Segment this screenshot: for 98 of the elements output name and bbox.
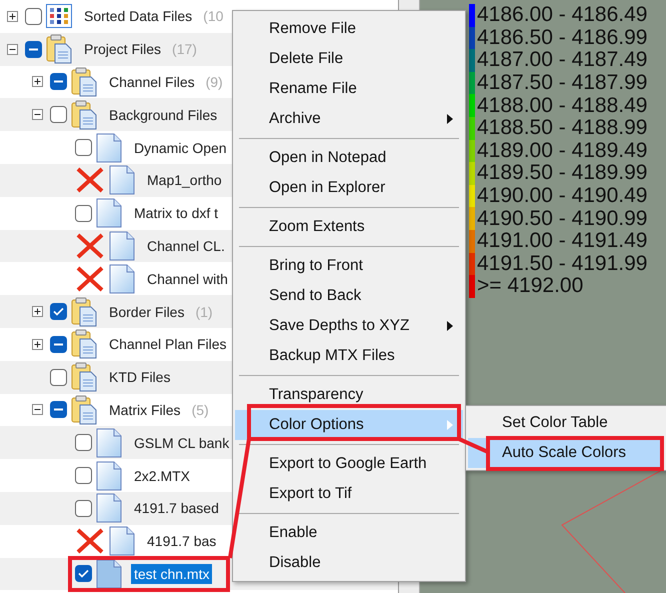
tree-item[interactable]: Channel CL. — [144, 236, 228, 256]
clipboard-icon — [71, 362, 97, 392]
dash-icon — [54, 342, 63, 346]
tree-item[interactable]: Channel Plan Files — [106, 334, 230, 354]
document-icon — [96, 493, 122, 524]
legend-label: 4187.00 - 4187.49 — [477, 49, 648, 72]
checkbox[interactable] — [75, 139, 92, 156]
legend-label: 4186.00 - 4186.49 — [477, 4, 648, 26]
clipboard-icon — [71, 100, 97, 130]
document-icon — [96, 428, 122, 458]
checkbox[interactable] — [50, 106, 67, 124]
menu-item[interactable]: Export to Tif — [235, 479, 463, 509]
menu-item[interactable]: Bring to Front — [235, 251, 463, 281]
menu-item[interactable]: Backup MTX Files — [235, 341, 463, 371]
legend-label: 4190.00 - 4190.49 — [477, 185, 648, 208]
checkbox[interactable] — [50, 368, 67, 386]
dash-icon — [54, 80, 63, 84]
expand-icon[interactable] — [32, 76, 42, 88]
expand-icon[interactable] — [32, 338, 42, 350]
tree-item[interactable]: Background Files — [106, 104, 220, 125]
expand-icon[interactable] — [32, 306, 42, 318]
dash-icon — [54, 408, 63, 412]
clipboard-icon — [71, 329, 97, 360]
checkbox[interactable] — [50, 73, 67, 90]
tree-item[interactable]: KTD Files — [106, 367, 174, 388]
connector-line — [458, 437, 489, 454]
checkbox[interactable] — [75, 500, 92, 517]
tree-item[interactable]: GSLM CL bank — [131, 432, 232, 453]
tree-item[interactable]: 4191.7 bas — [144, 531, 220, 552]
legend-label: 4188.00 - 4188.49 — [477, 94, 648, 117]
dash-icon — [29, 48, 38, 51]
legend-label: 4191.50 - 4191.99 — [477, 252, 648, 275]
tree-item[interactable]: Project Files — [81, 39, 164, 60]
collapse-icon[interactable] — [6, 44, 18, 55]
menu-item[interactable]: Zoom Extents — [235, 212, 463, 242]
document-icon — [109, 230, 135, 261]
checkbox[interactable] — [75, 467, 92, 484]
tree-item[interactable]: Map1_ortho — [144, 170, 225, 190]
tree-item[interactable]: Channel with — [144, 268, 231, 289]
legend-label: 4186.50 - 4186.99 — [477, 26, 648, 49]
clipboard-icon — [71, 296, 97, 327]
checkbox[interactable] — [75, 434, 92, 452]
checkbox[interactable] — [50, 401, 67, 418]
menu-item[interactable]: Archive — [235, 104, 463, 134]
tree-item[interactable]: Channel Files — [106, 72, 198, 92]
checkbox[interactable] — [75, 565, 92, 582]
checkbox[interactable] — [75, 204, 92, 222]
menu-item[interactable]: Open in Notepad — [235, 143, 463, 173]
legend-label: 4189.00 - 4189.49 — [477, 140, 648, 162]
tree-item[interactable]: Matrix Files — [106, 400, 184, 420]
item-count: (5) — [192, 402, 209, 418]
checkbox[interactable] — [25, 8, 42, 25]
clipboard-icon — [71, 394, 97, 425]
menu-item[interactable]: Export to Google Earth — [235, 449, 463, 479]
expand-icon[interactable] — [6, 10, 18, 22]
checkbox[interactable] — [50, 336, 67, 353]
item-count: (9) — [206, 74, 223, 90]
tree-item[interactable]: Border Files — [106, 302, 188, 322]
menu-item[interactable]: Open in Explorer — [235, 173, 463, 203]
legend-label: >= 4192.00 — [477, 275, 584, 298]
item-count: (1) — [195, 304, 213, 320]
checkbox[interactable] — [50, 303, 67, 320]
checkmark-icon — [78, 569, 89, 578]
legend-label: 4190.50 - 4190.99 — [477, 208, 648, 230]
checkbox[interactable] — [25, 40, 42, 58]
tree-item[interactable]: Matrix to dxf t — [131, 203, 222, 224]
item-count: (17) — [172, 41, 197, 58]
document-icon — [96, 460, 122, 491]
menu-item[interactable]: Save Depths to XYZ — [235, 311, 463, 341]
clipboard-icon — [71, 66, 97, 97]
checkmark-icon — [53, 307, 64, 316]
menu-item[interactable]: Send to Back — [235, 281, 463, 311]
menu-item[interactable]: Remove File — [235, 14, 463, 44]
clipboard-icon — [46, 34, 72, 64]
tree-item[interactable]: Dynamic Open — [131, 138, 230, 158]
menu-item[interactable]: Enable — [235, 518, 463, 548]
legend-label: 4191.00 - 4191.49 — [477, 230, 648, 252]
menu-item[interactable]: Rename File — [235, 74, 463, 104]
document-icon — [96, 198, 122, 228]
tree-item[interactable]: 4191.7 based — [131, 498, 222, 518]
legend-label: 4189.50 - 4189.99 — [477, 162, 648, 184]
document-icon — [96, 558, 122, 589]
menu-item[interactable]: Delete File — [235, 44, 463, 74]
menu-item[interactable]: Set Color Table — [468, 408, 664, 438]
collapse-icon[interactable] — [32, 404, 42, 416]
tree-item[interactable]: Sorted Data Files — [81, 6, 196, 26]
document-icon — [109, 526, 135, 556]
document-icon — [96, 132, 122, 163]
document-icon — [109, 264, 135, 294]
tree-item[interactable]: 2x2.MTX — [131, 466, 194, 486]
tree-item[interactable]: test chn.mtx — [131, 564, 212, 584]
menu-item[interactable]: Disable — [235, 548, 463, 578]
legend-label: 4187.50 - 4187.99 — [477, 72, 648, 94]
collapse-icon[interactable] — [32, 109, 42, 120]
legend-label: 4188.50 - 4188.99 — [477, 117, 648, 140]
menu-item[interactable]: Transparency — [235, 380, 463, 410]
document-icon — [109, 165, 135, 196]
item-count: (10 — [203, 8, 224, 24]
